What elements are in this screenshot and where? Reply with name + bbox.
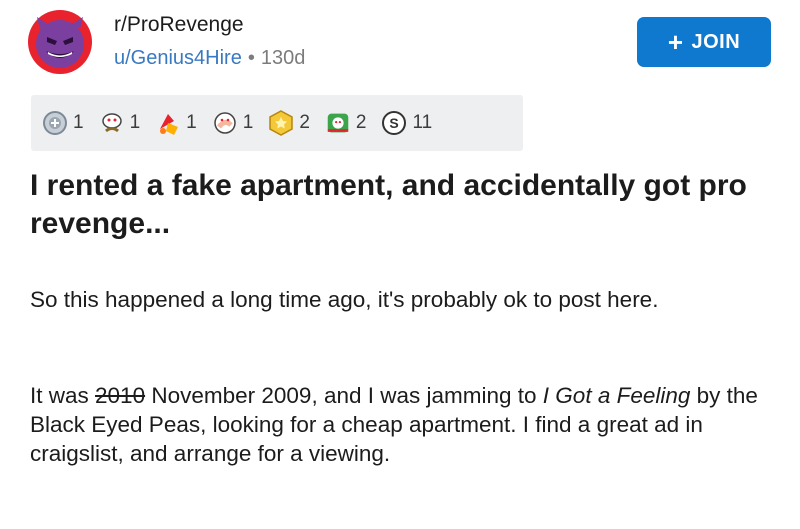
author-link[interactable]: u/Genius4Hire <box>114 47 242 69</box>
strikethrough-text: 2010 <box>95 383 146 408</box>
award-gold[interactable]: 2 <box>267 109 310 137</box>
bravo-award-icon: S <box>380 109 408 137</box>
award-helpful[interactable]: 2 <box>324 109 367 137</box>
award-count: 1 <box>129 112 141 133</box>
award-facepalm[interactable]: 1 <box>211 109 254 137</box>
plus-icon: + <box>667 27 684 57</box>
join-label: JOIN <box>691 30 741 53</box>
post-body-paragraph: It was 2010 November 2009, and I was jam… <box>30 381 770 468</box>
post-body-paragraph: So this happened a long time ago, it's p… <box>30 287 659 312</box>
rocket-like-award-icon <box>154 109 182 137</box>
body-text: It was <box>30 383 96 408</box>
award-rocket-like[interactable]: 1 <box>154 109 197 137</box>
wholesome-award-icon <box>98 109 126 137</box>
awards-bar[interactable]: 1 1 1 1 2 2 S 11 <box>31 95 523 151</box>
post-age: 130d <box>260 47 306 69</box>
meta-separator: • <box>247 47 255 69</box>
award-count: 1 <box>186 112 197 133</box>
award-count: 11 <box>412 112 433 133</box>
devil-face-icon <box>36 17 84 68</box>
post-meta: u/Genius4Hire • 130d <box>114 47 305 70</box>
award-silver[interactable]: 1 <box>41 109 84 137</box>
helpful-award-icon <box>324 109 352 137</box>
subreddit-avatar[interactable] <box>28 10 92 74</box>
award-count: 2 <box>355 112 367 133</box>
join-button[interactable]: + JOIN <box>637 17 771 67</box>
award-bravo[interactable]: S 11 <box>380 109 432 137</box>
award-count: 2 <box>299 112 310 133</box>
award-count: 1 <box>242 112 254 133</box>
award-wholesome[interactable]: 1 <box>98 109 141 137</box>
subreddit-name[interactable]: r/ProRevenge <box>114 13 244 37</box>
song-title: I Got a Feeling <box>542 383 691 408</box>
facepalm-award-icon <box>211 109 239 137</box>
post-title[interactable]: I rented a fake apartment, and accidenta… <box>30 167 770 243</box>
svg-text:S: S <box>390 115 399 131</box>
gold-award-icon <box>267 109 295 137</box>
silver-award-icon <box>41 109 69 137</box>
body-text: November 2009, and I was jamming to <box>145 383 543 408</box>
award-count: 1 <box>73 112 84 133</box>
